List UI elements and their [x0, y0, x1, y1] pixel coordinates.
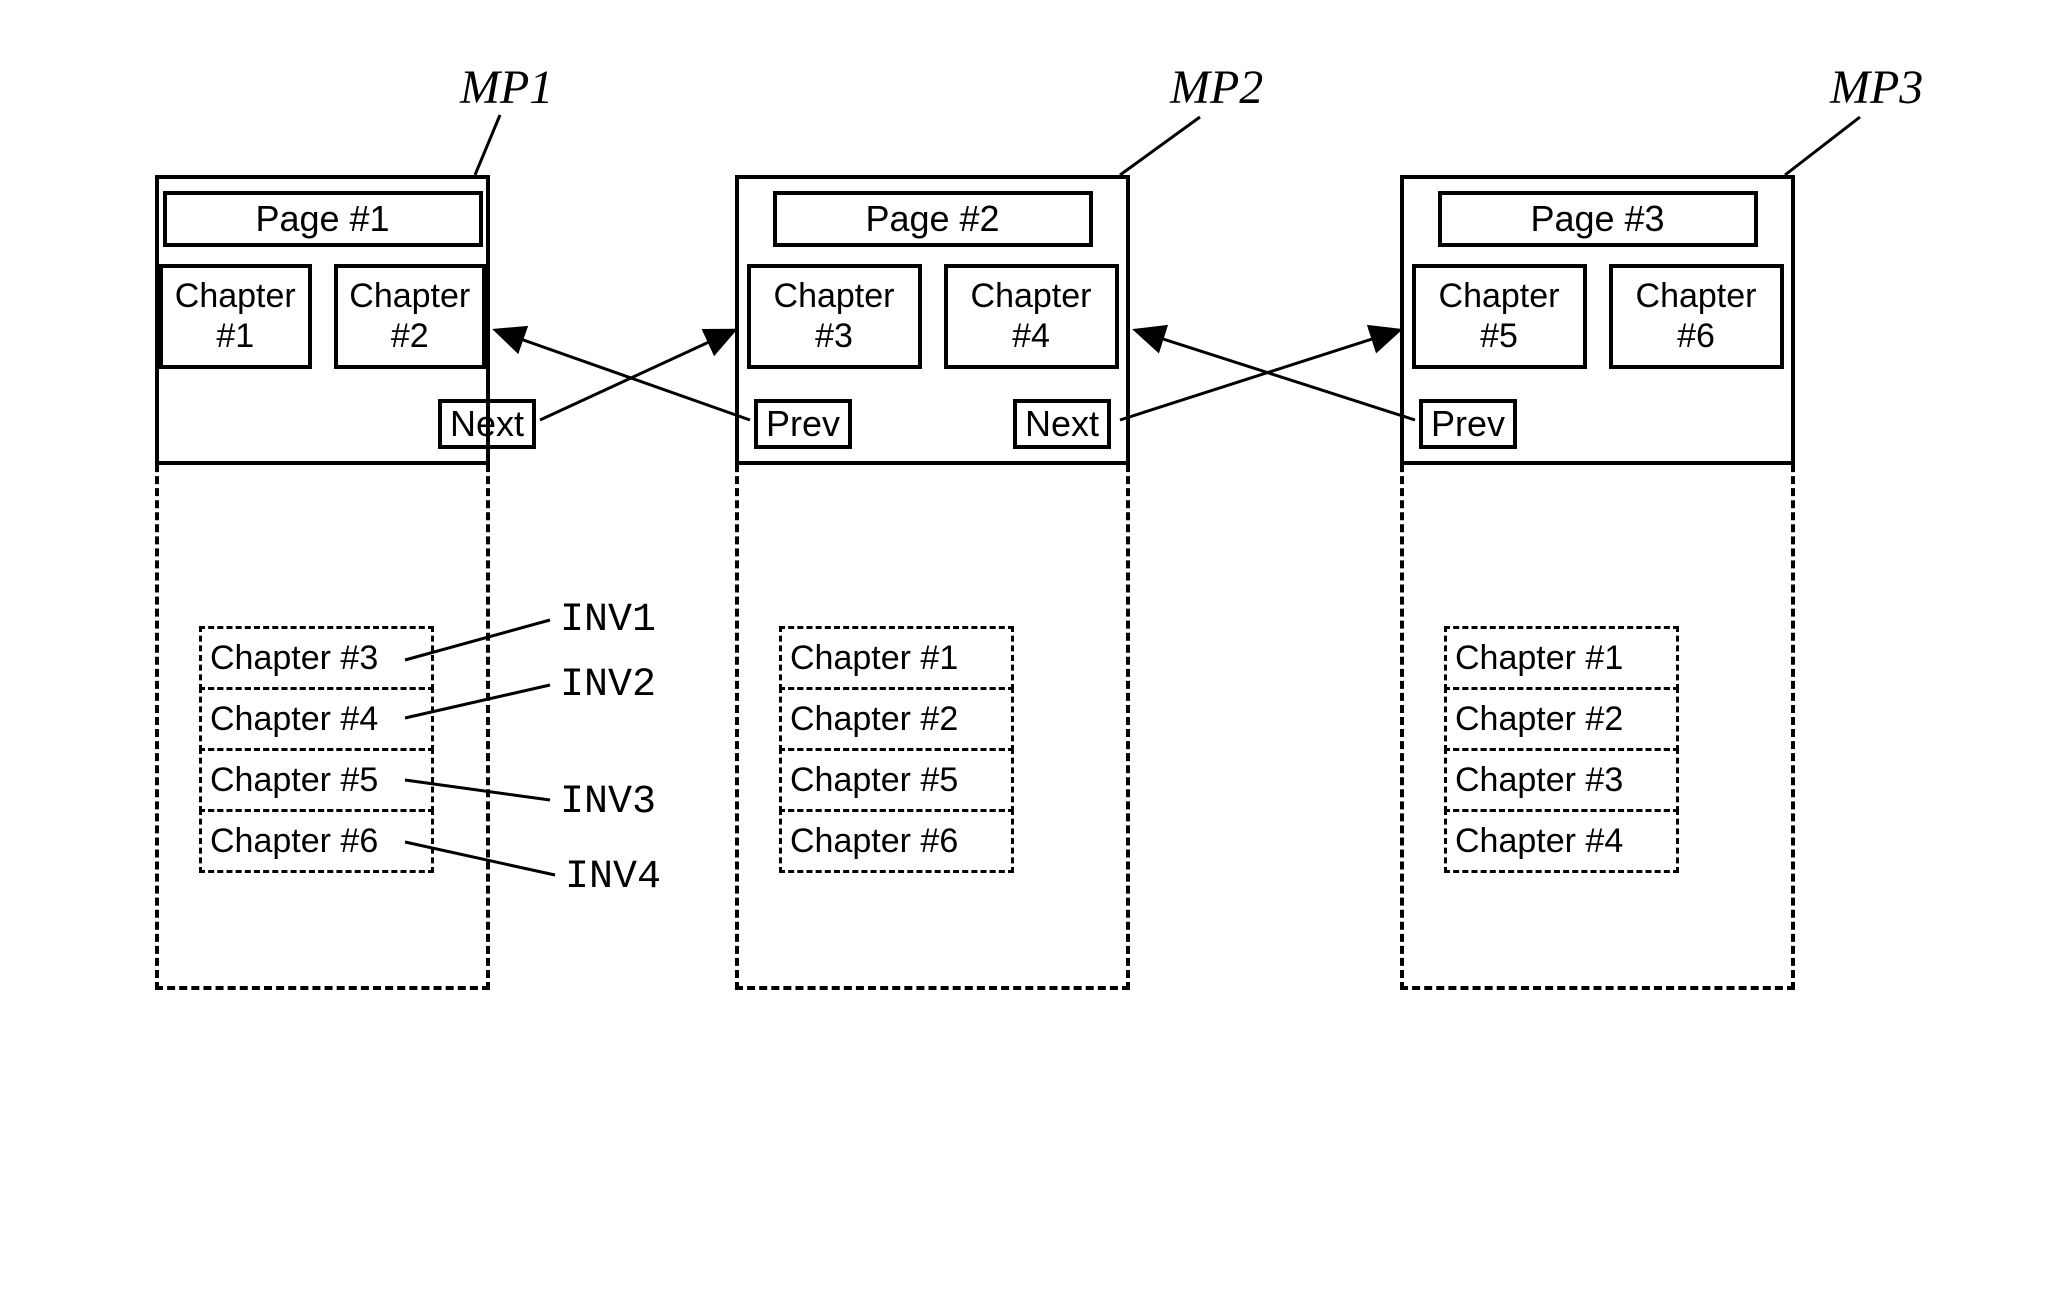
- page-bottom-2: Chapter #1 Chapter #2 Chapter #5 Chapter…: [739, 461, 1126, 971]
- chapter-num: #4: [1012, 317, 1050, 356]
- page-title-1: Page #1: [163, 191, 483, 247]
- page-mp3: Page #3 Chapter #5 Chapter #6 Prev Chapt…: [1400, 175, 1795, 990]
- page-mp1: Page #1 Chapter #1 Chapter #2 Next Chapt…: [155, 175, 490, 990]
- hidden-chapter: Chapter #6: [199, 809, 434, 873]
- chapter-num: #5: [1480, 317, 1518, 356]
- hidden-chapter: Chapter #5: [199, 748, 434, 812]
- chapters-row-3: Chapter #5 Chapter #6: [1404, 264, 1791, 369]
- chapter-label: Chapter: [1439, 277, 1560, 316]
- hidden-stack-1: Chapter #3 Chapter #4 Chapter #5 Chapter…: [199, 626, 434, 873]
- inv3-label: INV3: [560, 780, 656, 825]
- page-title-2: Page #2: [773, 191, 1093, 247]
- chapter-label: Chapter: [1636, 277, 1757, 316]
- hidden-chapter: Chapter #3: [199, 626, 434, 690]
- chapter-5[interactable]: Chapter #5: [1412, 264, 1587, 369]
- hidden-chapter: Chapter #1: [779, 626, 1014, 690]
- chapter-label: Chapter: [349, 277, 470, 316]
- hidden-chapter: Chapter #2: [779, 687, 1014, 751]
- chapter-4[interactable]: Chapter #4: [944, 264, 1119, 369]
- chapter-num: #1: [216, 317, 254, 356]
- mp3-label: MP3: [1830, 60, 1923, 115]
- inv2-label: INV2: [560, 663, 656, 708]
- chapter-2[interactable]: Chapter #2: [334, 264, 487, 369]
- inv1-label: INV1: [560, 598, 656, 643]
- chapter-num: #2: [391, 317, 429, 356]
- chapter-label: Chapter: [971, 277, 1092, 316]
- chapter-1[interactable]: Chapter #1: [159, 264, 312, 369]
- chapter-label: Chapter: [774, 277, 895, 316]
- prev-button-2[interactable]: Prev: [754, 399, 852, 449]
- hidden-chapter: Chapter #3: [1444, 748, 1679, 812]
- hidden-chapter: Chapter #4: [1444, 809, 1679, 873]
- page-bottom-1: Chapter #3 Chapter #4 Chapter #5 Chapter…: [159, 461, 486, 971]
- page-title-3: Page #3: [1438, 191, 1758, 247]
- hidden-chapter: Chapter #2: [1444, 687, 1679, 751]
- page-top-3: Page #3 Chapter #5 Chapter #6 Prev: [1400, 175, 1795, 465]
- page-top-1: Page #1 Chapter #1 Chapter #2 Next: [155, 175, 490, 465]
- page-top-2: Page #2 Chapter #3 Chapter #4 Prev Next: [735, 175, 1130, 465]
- hidden-chapter: Chapter #1: [1444, 626, 1679, 690]
- hidden-chapter: Chapter #6: [779, 809, 1014, 873]
- hidden-stack-2: Chapter #1 Chapter #2 Chapter #5 Chapter…: [779, 626, 1014, 873]
- chapter-num: #6: [1677, 317, 1715, 356]
- mp2-label: MP2: [1170, 60, 1263, 115]
- page-mp2: Page #2 Chapter #3 Chapter #4 Prev Next …: [735, 175, 1130, 990]
- hidden-chapter: Chapter #4: [199, 687, 434, 751]
- chapter-label: Chapter: [175, 277, 296, 316]
- mp1-label: MP1: [460, 60, 553, 115]
- chapter-num: #3: [815, 317, 853, 356]
- next-button-1[interactable]: Next: [438, 399, 536, 449]
- next-button-2[interactable]: Next: [1013, 399, 1111, 449]
- inv4-label: INV4: [565, 855, 661, 900]
- chapter-3[interactable]: Chapter #3: [747, 264, 922, 369]
- hidden-chapter: Chapter #5: [779, 748, 1014, 812]
- prev-button-3[interactable]: Prev: [1419, 399, 1517, 449]
- chapters-row-2: Chapter #3 Chapter #4: [739, 264, 1126, 369]
- chapters-row-1: Chapter #1 Chapter #2: [159, 264, 486, 369]
- hidden-stack-3: Chapter #1 Chapter #2 Chapter #3 Chapter…: [1444, 626, 1679, 873]
- chapter-6[interactable]: Chapter #6: [1609, 264, 1784, 369]
- page-bottom-3: Chapter #1 Chapter #2 Chapter #3 Chapter…: [1404, 461, 1791, 971]
